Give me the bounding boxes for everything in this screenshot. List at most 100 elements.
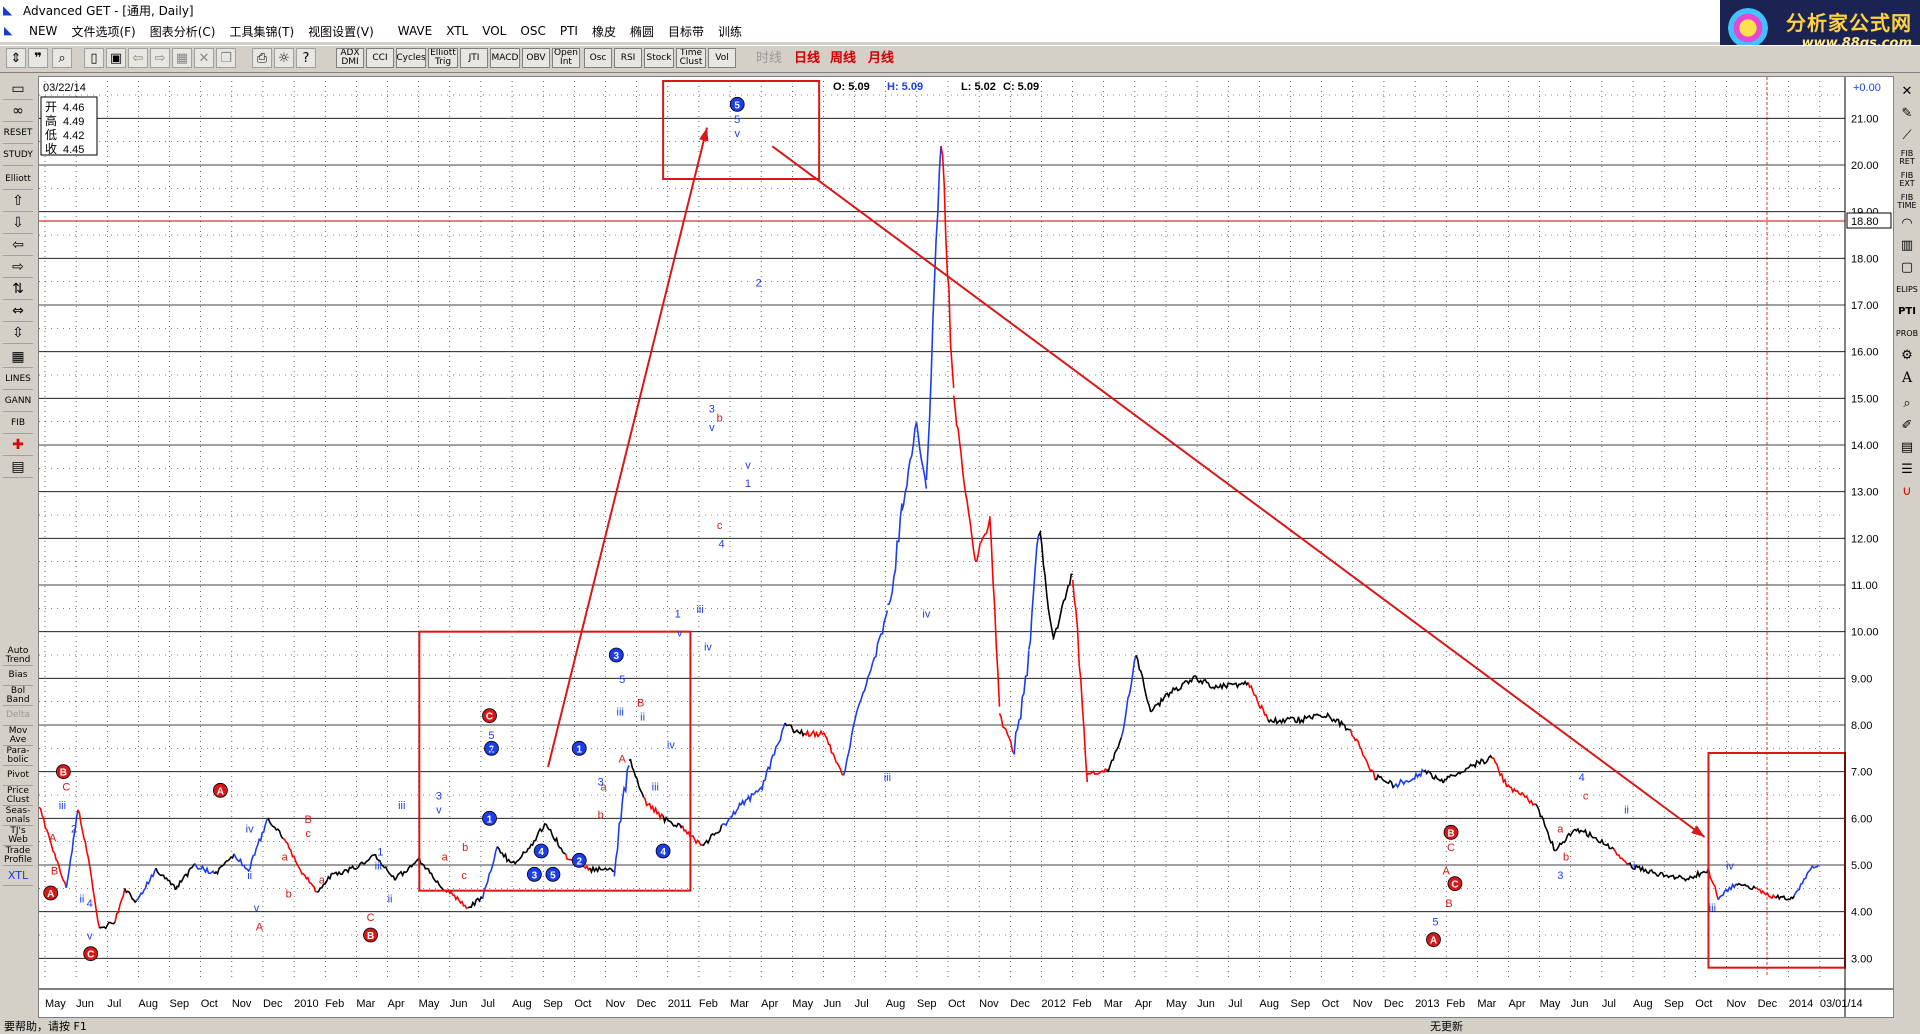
study-elliott-button[interactable]: Elliott Trig [428, 48, 458, 68]
fib-ext-button[interactable]: FIB EXT [1895, 170, 1919, 190]
study-cci-button[interactable]: CCI [366, 48, 394, 68]
pivot-button[interactable]: Pivot [3, 766, 33, 786]
delete-icon[interactable]: ✕ [194, 48, 214, 68]
arrow-down-icon[interactable]: ⇩ [3, 214, 33, 234]
menu-training[interactable]: 训练 [711, 23, 749, 40]
pencil-icon[interactable]: ✎ [1895, 104, 1919, 124]
list-icon[interactable]: ☰ [1895, 460, 1919, 480]
ruler-icon[interactable]: ▥ [1895, 236, 1919, 256]
expand-vertical-icon[interactable]: ⇳ [3, 324, 33, 344]
document-icon[interactable]: ◣ [4, 24, 20, 38]
study-osc-button[interactable]: Osc [584, 48, 612, 68]
elips-button[interactable]: ELIPS [1895, 280, 1919, 300]
pti-button[interactable]: PTI [1895, 302, 1919, 322]
fib-ret-button[interactable]: FIB RET [1895, 148, 1919, 168]
bias-button[interactable]: Bias [3, 666, 33, 686]
copy-icon[interactable]: ❐ [216, 48, 236, 68]
menu-eraser[interactable]: 橡皮 [585, 23, 623, 40]
arrow-up-icon[interactable]: ⇧ [3, 192, 33, 212]
cursor-icon[interactable]: ⇕ [6, 48, 26, 68]
grid-icon[interactable]: ▦ [172, 48, 192, 68]
menu-vol[interactable]: VOL [475, 24, 513, 38]
study-macd-button[interactable]: MACD [490, 48, 520, 68]
study-obv-button[interactable]: OBV [522, 48, 550, 68]
seasonals-button[interactable]: Seas-onals [3, 806, 33, 826]
paint-icon[interactable]: ✐ [1895, 416, 1919, 436]
price-axis-label: 8.00 [1851, 720, 1872, 732]
study-stock-button[interactable]: Stock [644, 48, 674, 68]
trade-profile-button[interactable]: Trade Profile [3, 846, 33, 866]
gear-icon[interactable]: ⚙ [1895, 346, 1919, 366]
menu-wave[interactable]: WAVE [391, 24, 439, 38]
clipboard-icon[interactable]: ▤ [3, 458, 33, 478]
study-cycles-button[interactable]: Cycles [396, 48, 426, 68]
magnet-icon[interactable]: ∪ [1895, 482, 1919, 502]
wave-label: 3 [1557, 870, 1563, 882]
back-icon[interactable]: ⇦ [128, 48, 148, 68]
quote-icon[interactable]: ❞ [28, 48, 48, 68]
delta-button[interactable]: Delta [3, 706, 33, 726]
price-clust-button[interactable]: Price Clust [3, 786, 33, 806]
tjs-web-button[interactable]: TJ's Web [3, 826, 33, 846]
mov-ave-button[interactable]: Mov Ave [3, 726, 33, 746]
new-page-icon[interactable]: ▯ [84, 48, 104, 68]
arrow-left-icon[interactable]: ⇦ [3, 236, 33, 256]
gann-button[interactable]: GANN [3, 392, 33, 412]
menu-target-band[interactable]: 目标带 [661, 23, 711, 40]
fib-button[interactable]: FIB [3, 414, 33, 434]
timeframe-intraday-button[interactable]: 时线 [752, 48, 786, 68]
crosshair-icon[interactable]: ✚ [3, 436, 33, 456]
study-timeclust-button[interactable]: Time Clust [676, 48, 706, 68]
prob-button[interactable]: PROB [1895, 324, 1919, 344]
text-tool-icon[interactable]: A [1895, 368, 1919, 388]
study-vol-button[interactable]: Vol [708, 48, 736, 68]
menu-view[interactable]: 视图设置(V) [301, 23, 381, 40]
study-openint-button[interactable]: Open Int [552, 48, 580, 68]
study-button[interactable]: STUDY [3, 146, 33, 166]
study-jti-button[interactable]: JTI [460, 48, 488, 68]
parabolic-button[interactable]: Para-bolic [3, 746, 33, 766]
timeframe-daily-button[interactable]: 日线 [790, 48, 824, 68]
menu-pti[interactable]: PTI [553, 24, 585, 38]
xtl-button[interactable]: XTL [3, 866, 33, 886]
menu-chart[interactable]: 图表分析(C) [143, 23, 223, 40]
menu-xtl[interactable]: XTL [439, 24, 475, 38]
open-folder-icon[interactable]: ▭ [3, 80, 33, 100]
lines-button[interactable]: LINES [3, 370, 33, 390]
line-tool-icon[interactable]: ⟋ [1895, 126, 1919, 146]
save-icon[interactable]: ▣ [106, 48, 126, 68]
box-icon[interactable]: ▢ [1895, 258, 1919, 278]
price-series-segment [1135, 655, 1152, 713]
reset-button[interactable]: RESET [3, 124, 33, 144]
arrow-right-icon[interactable]: ⇨ [3, 258, 33, 278]
timeframe-weekly-button[interactable]: 周线 [826, 48, 860, 68]
arc-icon[interactable]: ◠ [1895, 214, 1919, 234]
menu-osc[interactable]: OSC [513, 24, 552, 38]
menu-tools[interactable]: 工具集锦(T) [222, 23, 301, 40]
print-icon[interactable]: ⎙ [252, 48, 272, 68]
menu-ellipse[interactable]: 椭圆 [623, 23, 661, 40]
magnifier-icon[interactable]: ⌕ [1895, 394, 1919, 414]
calculator-icon[interactable]: ▤ [1895, 438, 1919, 458]
compress-icon[interactable]: ⇅ [3, 280, 33, 300]
close-cross-icon[interactable]: ✕ [1895, 82, 1919, 102]
bol-band-button[interactable]: Bol Band [3, 686, 33, 706]
menu-new[interactable]: NEW [22, 24, 64, 38]
help-icon[interactable]: ? [296, 48, 316, 68]
elliott-button[interactable]: Elliott [3, 170, 33, 190]
study-rsi-button[interactable]: RSI [614, 48, 642, 68]
price-chart[interactable]: A B C A B C 2 1 4 3 5 1 2 3 4 5 B C A A B Ciii 2 ii 4 v iv v Aii a b Bc… [38, 76, 1894, 1018]
forward-icon[interactable]: ⇨ [150, 48, 170, 68]
fib-time-button[interactable]: FIB TIME [1895, 192, 1919, 212]
timeframe-monthly-button[interactable]: 月线 [864, 48, 898, 68]
menu-file[interactable]: 文件选项(F) [64, 23, 142, 40]
study-adx-button[interactable]: ADX DMI [336, 48, 364, 68]
bulb-icon[interactable]: ☼ [274, 48, 294, 68]
binoculars-icon[interactable]: ∞ [3, 102, 33, 122]
auto-trend-button[interactable]: Auto Trend [3, 646, 33, 666]
chart-canvas[interactable]: ABCABC2143 512345BCAABCiii2ii 4vivvAiiabBc… [39, 77, 1893, 1017]
wave-label: v [436, 805, 442, 817]
grid-toggle-icon[interactable]: ▦ [3, 348, 33, 368]
zoom-icon[interactable]: ⌕ [52, 48, 72, 68]
expand-horizontal-icon[interactable]: ⇔ [3, 302, 33, 322]
